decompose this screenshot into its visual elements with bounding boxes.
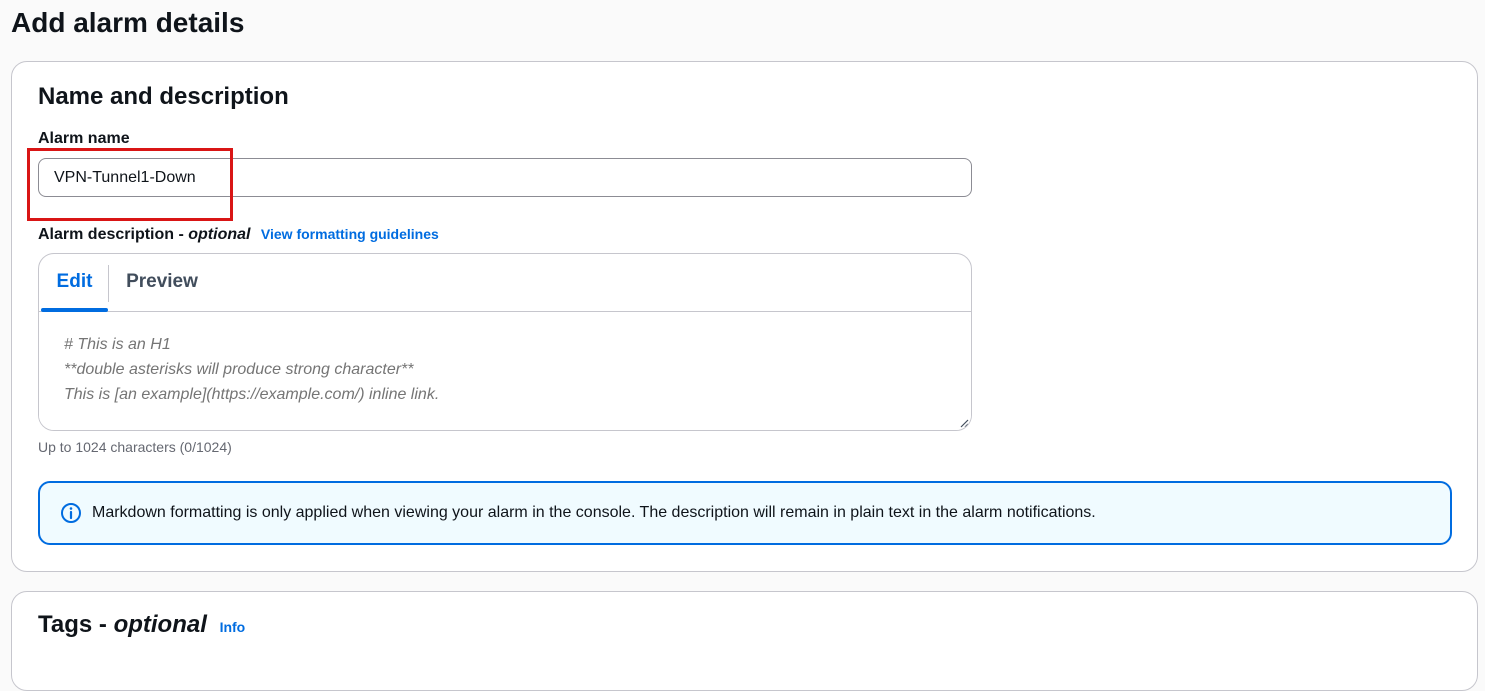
alert-message: Markdown formatting is only applied when… — [92, 504, 1096, 521]
view-formatting-guidelines-link[interactable]: View formatting guidelines — [261, 226, 439, 242]
alarm-name-label: Alarm name — [38, 130, 130, 147]
tab-edit[interactable]: Edit — [41, 254, 108, 312]
character-count-hint: Up to 1024 characters (0/1024) — [38, 439, 232, 455]
info-icon — [61, 503, 81, 523]
tags-card: Tags - optional Info — [11, 591, 1478, 691]
tab-preview[interactable]: Preview — [109, 254, 215, 311]
page-title: Add alarm details — [11, 7, 245, 38]
tags-title-text: Tags - — [38, 611, 114, 638]
name-and-description-card: Name and description Alarm name Alarm de… — [11, 61, 1478, 572]
description-editor: Edit Preview — [38, 253, 972, 431]
resize-grip-icon[interactable] — [959, 418, 969, 428]
alarm-description-label-text: Alarm description - — [38, 226, 189, 243]
alarm-description-label: Alarm description - optional View format… — [38, 224, 439, 245]
tags-optional-text: optional — [113, 611, 207, 638]
section-title: Name and description — [38, 83, 289, 110]
alarm-name-input[interactable] — [38, 158, 972, 197]
tags-section-title: Tags - optional Info — [38, 610, 245, 642]
info-alert: Markdown formatting is only applied when… — [38, 481, 1452, 545]
alarm-description-textarea[interactable] — [39, 312, 971, 430]
tags-info-link[interactable]: Info — [220, 619, 246, 635]
optional-text: optional — [188, 226, 251, 243]
editor-tabs: Edit Preview — [39, 254, 971, 312]
